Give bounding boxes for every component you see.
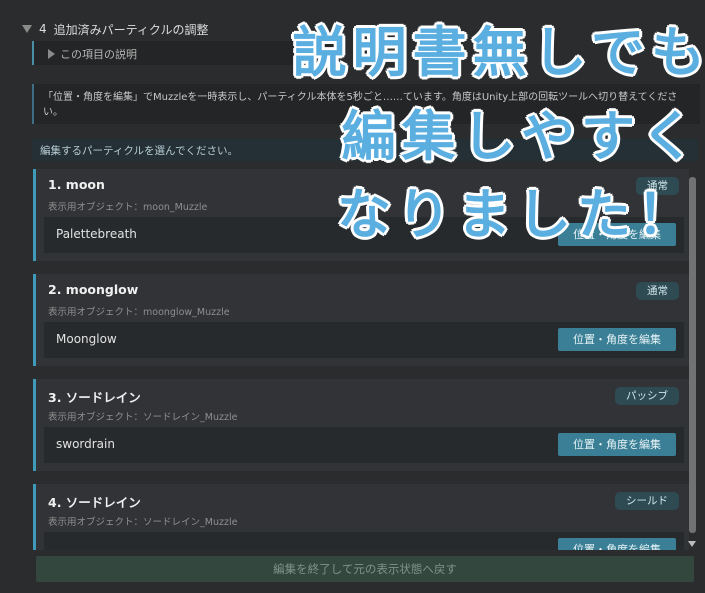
- particle-card: 3. ソードレイン 表示用オブジェクト：ソードレイン_Muzzle パッシブ s…: [33, 379, 689, 471]
- card-title: 4. ソードレイン: [48, 495, 141, 510]
- particle-row: 位置・角度を編集: [44, 532, 684, 550]
- overlay-caption-line: 説明書無しでも: [292, 21, 705, 84]
- particle-name: Palettebreath: [56, 227, 137, 241]
- edit-position-angle-button[interactable]: 位置・角度を編集: [558, 433, 676, 456]
- particle-row: swordrain 位置・角度を編集: [44, 427, 684, 463]
- object-label: 表示用オブジェクト：moonglow_Muzzle: [48, 307, 230, 318]
- scroll-down-arrow-icon[interactable]: [688, 541, 696, 547]
- section-title: 追加済みパーティクルの調整: [53, 22, 209, 37]
- overlay-caption-line: 編集しやすく: [341, 105, 701, 168]
- edit-position-angle-button[interactable]: 位置・角度を編集: [558, 328, 676, 351]
- description-toggle-label: この項目の説明: [60, 48, 137, 61]
- particle-card: 2. moonglow 表示用オブジェクト：moonglow_Muzzle 通常…: [33, 274, 689, 366]
- card-title: 2. moonglow: [48, 282, 139, 297]
- card-title: 1. moon: [48, 177, 105, 192]
- object-label: 表示用オブジェクト：ソードレイン_Muzzle: [48, 517, 238, 528]
- particle-name: Moonglow: [56, 332, 117, 346]
- type-badge: パッシブ: [615, 387, 679, 405]
- select-prompt: 編集するパーティクルを選んでください。: [40, 145, 239, 157]
- type-badge: 通常: [636, 282, 679, 300]
- expand-triangle-icon[interactable]: [48, 49, 55, 59]
- finish-edit-button[interactable]: 編集を終了して元の表示状態へ戻す: [36, 556, 694, 582]
- type-badge: シールド: [615, 492, 679, 510]
- overlay-caption-line: なりました！: [337, 183, 697, 246]
- description-foldout[interactable]: この項目の説明: [32, 41, 334, 65]
- collapse-triangle-icon[interactable]: [22, 25, 32, 33]
- object-label: 表示用オブジェクト：moon_Muzzle: [48, 202, 208, 213]
- card-title: 3. ソードレイン: [48, 390, 141, 405]
- object-label: 表示用オブジェクト：ソードレイン_Muzzle: [48, 412, 238, 423]
- particle-name: swordrain: [56, 437, 115, 451]
- section-header[interactable]: 4 追加済みパーティクルの調整: [22, 19, 209, 39]
- section-index: 4: [39, 22, 47, 36]
- particle-row: Moonglow 位置・角度を編集: [44, 322, 684, 358]
- particle-card: 4. ソードレイン 表示用オブジェクト：ソードレイン_Muzzle シールド 位…: [33, 484, 689, 550]
- edit-position-angle-button[interactable]: 位置・角度を編集: [558, 538, 676, 550]
